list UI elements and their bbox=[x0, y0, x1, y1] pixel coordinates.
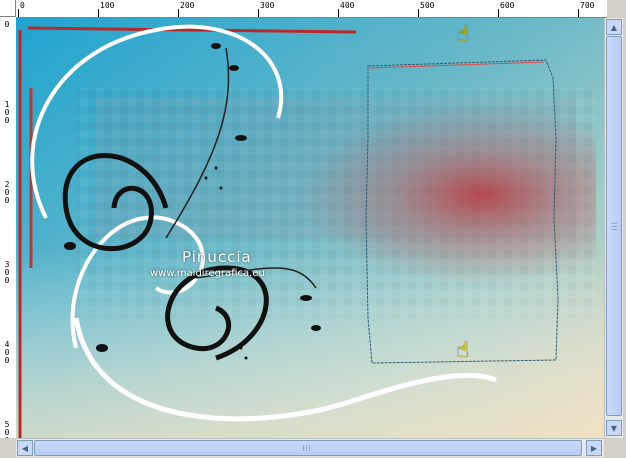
ruler-label-300: 300 bbox=[260, 1, 275, 10]
ruler-label-0: 0 bbox=[20, 1, 25, 10]
ruler-tick bbox=[18, 9, 19, 17]
thumb-grip bbox=[303, 445, 304, 451]
vertical-scroll-thumb[interactable] bbox=[606, 36, 622, 416]
watermark-title: Pinuccia bbox=[182, 248, 252, 266]
thumb-grip bbox=[306, 445, 307, 451]
thumb-grip bbox=[611, 223, 617, 224]
vertical-scrollbar[interactable]: ▲ ▼ bbox=[604, 18, 623, 438]
ruler-label-500: 5 0 0 bbox=[4, 420, 10, 439]
thumb-grip bbox=[611, 226, 617, 227]
ruler-label-300: 3 0 0 bbox=[4, 260, 10, 285]
ruler-tick bbox=[258, 9, 259, 17]
ruler-label-700: 700 bbox=[580, 1, 595, 10]
ruler-tick bbox=[418, 9, 419, 17]
ruler-label-100: 100 bbox=[100, 1, 115, 10]
scroll-right-button[interactable]: ▶ bbox=[586, 440, 602, 456]
horizontal-scrollbar[interactable]: ◀ ▶ bbox=[16, 438, 604, 457]
scroll-up-button[interactable]: ▲ bbox=[606, 19, 622, 35]
pointing-hand-icon: ☝ bbox=[456, 22, 470, 47]
ruler-label-0: 0 bbox=[4, 20, 10, 29]
ruler-label-400: 400 bbox=[340, 1, 355, 10]
ruler-label-600: 600 bbox=[500, 1, 515, 10]
thumb-grip bbox=[611, 229, 617, 230]
ruler-corner bbox=[0, 0, 16, 17]
horizontal-ruler[interactable]: 0 100 200 300 400 500 600 700 bbox=[16, 0, 607, 18]
pointing-hand-icon: ☝ bbox=[456, 338, 470, 363]
ruler-tick bbox=[498, 9, 499, 17]
vertical-ruler[interactable]: 0 1 0 0 2 0 0 3 0 0 4 0 0 5 0 0 bbox=[0, 17, 17, 438]
ruler-tick bbox=[98, 9, 99, 17]
thumb-grip bbox=[309, 445, 310, 451]
ruler-tick bbox=[578, 9, 579, 17]
ruler-label-500: 500 bbox=[420, 1, 435, 10]
horizontal-scroll-thumb[interactable] bbox=[34, 440, 582, 456]
ruler-label-100: 1 0 0 bbox=[4, 100, 10, 125]
canvas-artwork bbox=[16, 18, 604, 438]
ruler-tick bbox=[338, 9, 339, 17]
ruler-label-200: 2 0 0 bbox=[4, 180, 10, 205]
scroll-left-button[interactable]: ◀ bbox=[17, 440, 33, 456]
image-canvas[interactable]: Pinuccia www.maidiregrafica.eu ☝ ☝ bbox=[16, 18, 604, 438]
watermark-url: www.maidiregrafica.eu bbox=[150, 268, 265, 279]
scroll-down-button[interactable]: ▼ bbox=[606, 420, 622, 436]
ruler-label-400: 4 0 0 bbox=[4, 340, 10, 365]
ruler-label-200: 200 bbox=[180, 1, 195, 10]
ruler-tick bbox=[178, 9, 179, 17]
